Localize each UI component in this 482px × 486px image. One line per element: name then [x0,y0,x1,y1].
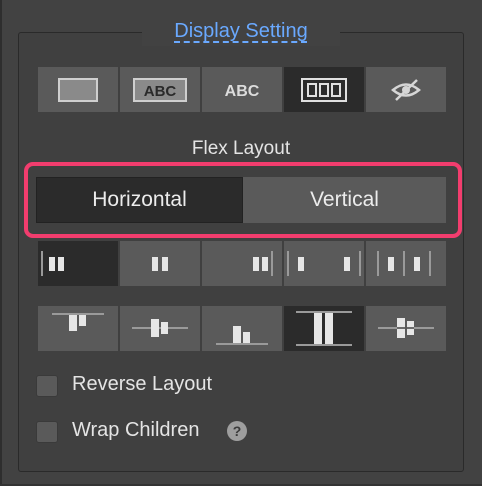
align-bottom-icon [216,326,268,345]
direction-horizontal-button[interactable]: Horizontal [36,177,243,223]
justify-space-around-icon [377,251,431,276]
svg-text:ABC: ABC [144,83,177,100]
display-mode-toggle: ABC ABC [38,67,446,112]
align-top-button[interactable] [38,306,118,351]
help-icon[interactable]: ? [227,421,247,441]
display-inline-button[interactable]: ABC [202,67,282,112]
justify-center-button[interactable] [120,241,200,286]
align-baseline-icon [378,318,434,338]
wrap-children-label[interactable]: Wrap Children [72,419,199,442]
justify-start-icon [41,251,64,276]
flex-columns-icon [301,77,347,102]
justify-center-icon [152,257,168,271]
align-items-toggle [38,306,446,351]
align-baseline-button[interactable] [366,306,446,351]
align-center-button[interactable] [120,306,200,351]
display-inline-block-button[interactable]: ABC [120,67,200,112]
hidden-eye-icon [391,78,421,101]
justify-end-icon [253,251,273,276]
justify-end-button[interactable] [202,241,282,286]
align-center-icon [132,319,188,337]
display-none-button[interactable] [366,67,446,112]
reverse-layout-label[interactable]: Reverse Layout [72,373,212,396]
wrap-children-checkbox[interactable] [36,421,58,443]
inline-abc-icon: ABC [225,83,260,100]
justify-space-between-button[interactable] [284,241,364,286]
panel-title[interactable]: Display Setting [142,16,340,46]
align-top-icon [52,313,104,331]
block-box-icon [58,77,98,102]
display-flex-button[interactable] [284,67,364,112]
direction-vertical-button[interactable]: Vertical [243,177,446,223]
inline-block-abc-icon: ABC [133,77,187,102]
align-stretch-button[interactable] [284,306,364,351]
flex-direction-toggle: Horizontal Vertical [36,177,446,223]
justify-content-toggle [38,241,446,286]
align-bottom-button[interactable] [202,306,282,351]
justify-space-around-button[interactable] [366,241,446,286]
svg-text:ABC: ABC [225,83,260,100]
flex-layout-title: Flex Layout [191,138,291,159]
panel-left-edge [0,0,2,486]
justify-space-between-icon [287,251,361,276]
display-block-button[interactable] [38,67,118,112]
justify-start-button[interactable] [38,241,118,286]
align-stretch-icon [296,311,352,346]
reverse-layout-checkbox[interactable] [36,375,58,397]
